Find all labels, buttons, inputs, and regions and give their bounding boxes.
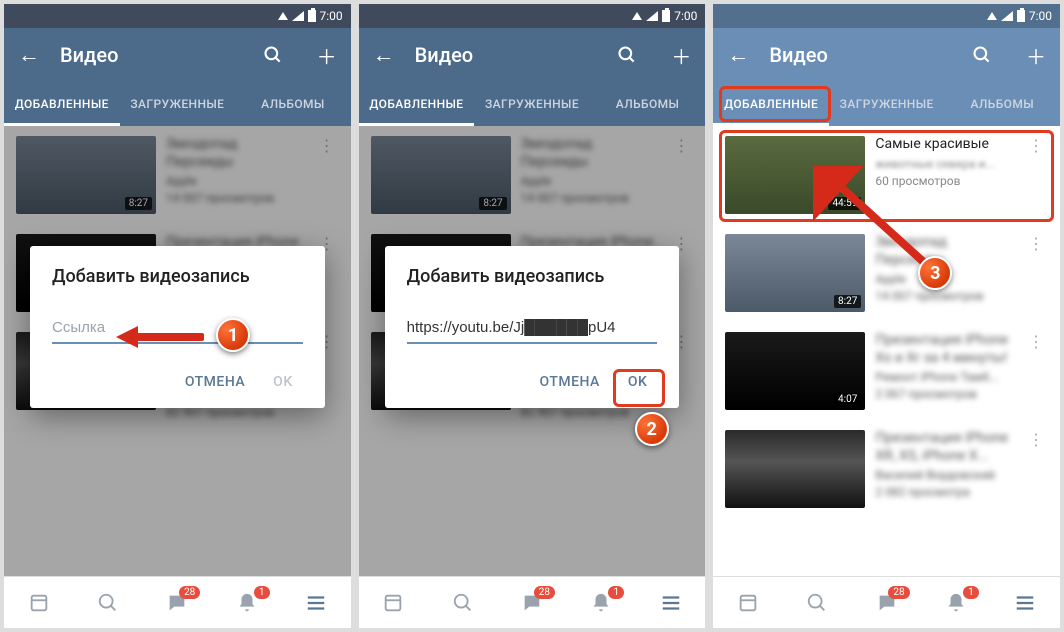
- battery-icon: [662, 10, 670, 22]
- video-views: 2 082 просмотра: [875, 485, 1014, 499]
- video-thumbnail: 4:07: [725, 332, 865, 410]
- tab-added[interactable]: ДОБАВЛЕННЫЕ: [713, 82, 829, 126]
- video-title: Самые красивые: [875, 136, 1014, 154]
- add-icon[interactable]: ＋: [1026, 41, 1046, 70]
- page-title: Видео: [415, 43, 584, 67]
- wifi-icon: [632, 12, 642, 20]
- status-bar: 7:00: [713, 4, 1060, 28]
- signal-icon: [1001, 11, 1013, 21]
- wifi-icon: [987, 12, 997, 20]
- cancel-button[interactable]: ОТМЕНА: [530, 366, 610, 398]
- video-author: Ремонт iPhone Тамб...: [875, 370, 1014, 384]
- step-marker-1: 1: [216, 318, 250, 352]
- page-title: Видео: [60, 43, 229, 67]
- status-time: 7:00: [1029, 9, 1052, 23]
- nav-notifications-icon[interactable]: 1: [234, 590, 260, 616]
- signal-icon: [292, 11, 304, 21]
- ok-button[interactable]: OK: [618, 366, 658, 398]
- app-header: ← Видео ＋: [713, 28, 1060, 82]
- wifi-icon: [278, 12, 288, 20]
- back-icon[interactable]: ←: [373, 42, 395, 68]
- nav-feed-icon[interactable]: [380, 590, 406, 616]
- back-icon[interactable]: ←: [18, 42, 40, 68]
- search-icon[interactable]: [972, 45, 992, 65]
- search-icon[interactable]: [263, 45, 283, 65]
- nav-notifications-icon[interactable]: 1: [943, 590, 969, 616]
- nav-feed-icon[interactable]: [735, 590, 761, 616]
- battery-icon: [1017, 10, 1025, 22]
- notif-badge: 1: [254, 586, 270, 599]
- add-icon[interactable]: ＋: [317, 41, 337, 70]
- nav-search-icon[interactable]: [95, 590, 121, 616]
- bottom-nav: 28 1: [713, 576, 1060, 628]
- nav-messages-icon[interactable]: 28: [164, 590, 190, 616]
- tabs: ДОБАВЛЕННЫЕ ЗАГРУЖЕННЫЕ АЛЬБОМЫ: [4, 82, 351, 126]
- ok-button[interactable]: OK: [263, 366, 303, 398]
- add-video-dialog: Добавить видеозапись ОТМЕНА OK: [385, 246, 680, 408]
- cancel-button[interactable]: ОТМЕНА: [175, 366, 255, 398]
- video-title: Презентация iPhone XR, XS, iPhone X...: [875, 430, 1014, 465]
- nav-messages-icon[interactable]: 28: [874, 590, 900, 616]
- dialog-title: Добавить видеозапись: [407, 266, 658, 287]
- nav-search-icon[interactable]: [804, 590, 830, 616]
- status-bar: 7:00: [4, 4, 351, 28]
- tab-added[interactable]: ДОБАВЛЕННЫЕ: [4, 82, 120, 126]
- nav-menu-icon[interactable]: [1012, 590, 1038, 616]
- messages-badge: 28: [179, 586, 200, 599]
- add-icon[interactable]: ＋: [671, 41, 691, 70]
- tab-uploaded[interactable]: ЗАГРУЖЕННЫЕ: [120, 82, 236, 126]
- nav-feed-icon[interactable]: [26, 590, 52, 616]
- list-item[interactable]: Презентация iPhone XR, XS, iPhone X... В…: [713, 420, 1060, 518]
- bottom-nav: 28 1: [4, 576, 351, 628]
- bottom-nav: 28 1: [359, 576, 706, 628]
- tabs: ДОБАВЛЕННЫЕ ЗАГРУЖЕННЫЕ АЛЬБОМЫ: [359, 82, 706, 126]
- messages-badge: 28: [888, 586, 909, 599]
- arrow-annotation: [134, 333, 204, 341]
- notif-badge: 1: [963, 586, 979, 599]
- video-thumbnail: [725, 430, 865, 508]
- list-item[interactable]: 4:07 Презентация iPhone Xs и Xr за 4 мин…: [713, 322, 1060, 420]
- app-header: ← Видео ＋: [4, 28, 351, 82]
- page-title: Видео: [769, 43, 938, 67]
- more-icon[interactable]: ⋮: [1024, 234, 1048, 253]
- add-video-dialog: Добавить видеозапись ОТМЕНА OK: [30, 246, 325, 408]
- tab-albums[interactable]: АЛЬБОМЫ: [235, 82, 351, 126]
- nav-menu-icon[interactable]: [303, 590, 329, 616]
- nav-search-icon[interactable]: [450, 590, 476, 616]
- video-views: 14 007 просмотров: [875, 289, 1014, 303]
- app-header: ← Видео ＋: [359, 28, 706, 82]
- tab-albums[interactable]: АЛЬБОМЫ: [590, 82, 706, 126]
- back-icon[interactable]: ←: [727, 42, 749, 68]
- messages-badge: 28: [534, 586, 555, 599]
- more-icon[interactable]: ⋮: [1024, 136, 1048, 155]
- arrow-head-icon: [116, 326, 138, 348]
- duration-badge: 4:07: [834, 393, 861, 406]
- status-time: 7:00: [674, 9, 697, 23]
- tab-albums[interactable]: АЛЬБОМЫ: [944, 82, 1060, 126]
- video-author: Василий Вордовский: [875, 468, 1014, 482]
- signal-icon: [646, 11, 658, 21]
- tab-uploaded[interactable]: ЗАГРУЖЕННЫЕ: [474, 82, 590, 126]
- tab-uploaded[interactable]: ЗАГРУЖЕННЫЕ: [829, 82, 945, 126]
- video-views: 2 067 просмотров: [875, 387, 1014, 401]
- nav-messages-icon[interactable]: 28: [519, 590, 545, 616]
- notif-badge: 1: [608, 586, 624, 599]
- more-icon[interactable]: ⋮: [1024, 430, 1048, 449]
- link-input[interactable]: [407, 315, 658, 344]
- duration-badge: 8:27: [834, 295, 861, 308]
- status-bar: 7:00: [359, 4, 706, 28]
- more-icon[interactable]: ⋮: [1024, 332, 1048, 351]
- status-time: 7:00: [320, 9, 343, 23]
- step-marker-2: 2: [635, 412, 669, 446]
- battery-icon: [308, 10, 316, 22]
- dialog-title: Добавить видеозапись: [52, 266, 303, 287]
- nav-notifications-icon[interactable]: 1: [588, 590, 614, 616]
- nav-menu-icon[interactable]: [658, 590, 684, 616]
- search-icon[interactable]: [617, 45, 637, 65]
- video-title: Презентация iPhone Xs и Xr за 4 минуты!: [875, 332, 1014, 367]
- tabs: ДОБАВЛЕННЫЕ ЗАГРУЖЕННЫЕ АЛЬБОМЫ: [713, 82, 1060, 126]
- tab-added[interactable]: ДОБАВЛЕННЫЕ: [359, 82, 475, 126]
